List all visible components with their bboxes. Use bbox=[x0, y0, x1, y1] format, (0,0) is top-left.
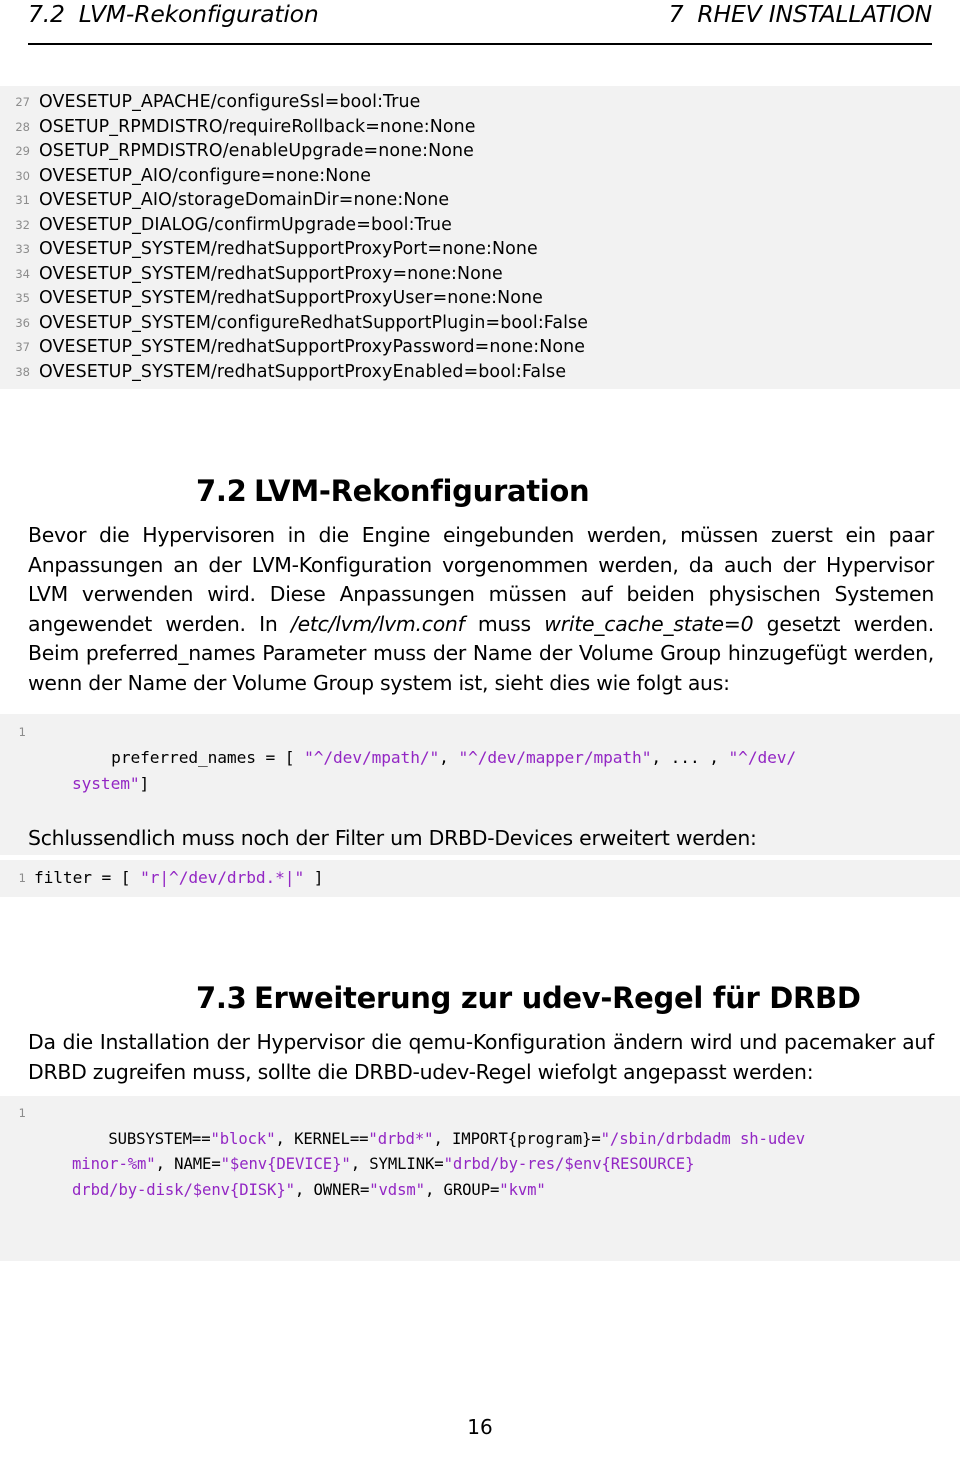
code-line-text: OVESETUP_SYSTEM/redhatSupportProxyUser=n… bbox=[39, 288, 543, 308]
code-line-number: 31 bbox=[15, 193, 30, 208]
code-string-token: "r|^/dev/drbd.*|" bbox=[140, 868, 305, 887]
code-line-number: 27 bbox=[15, 95, 30, 110]
code-string-token: "^/dev/mapper/mpath" bbox=[458, 748, 652, 767]
code-token: preferred_names = [ bbox=[111, 748, 305, 767]
paragraph-udev-intro: Da die Installation der Hypervisor die q… bbox=[28, 1030, 934, 1084]
paragraph-lvm-part-c: muss bbox=[464, 611, 545, 636]
running-header-right: 7 RHEV INSTALLATION bbox=[668, 0, 933, 28]
code-row: 35 OVESETUP_SYSTEM/redhatSupportProxyUser… bbox=[0, 286, 960, 311]
code-string-token: "block" bbox=[210, 1129, 276, 1148]
paragraph-lvm-intro: Bevor die Hypervisoren in die Engine ein… bbox=[28, 521, 934, 699]
code-token: , KERNEL== bbox=[275, 1129, 369, 1148]
code-string-token: "drbd/by-res/$env{RESOURCE} bbox=[443, 1155, 695, 1173]
heading-7-3-number: 7.3 bbox=[196, 981, 247, 1015]
code-row: 29 OSETUP_RPMDISTRO/enableUpgrade=none:No… bbox=[0, 139, 960, 164]
code-row: 34 OVESETUP_SYSTEM/redhatSupportProxy=non… bbox=[0, 262, 960, 287]
code-row: 38 OVESETUP_SYSTEM/redhatSupportProxyEnab… bbox=[0, 360, 960, 385]
code-string-token: "vdsm" bbox=[369, 1180, 425, 1199]
code-line-text: OSETUP_RPMDISTRO/enableUpgrade=none:None bbox=[39, 141, 474, 161]
code-line-text: OVESETUP_DIALOG/confirmUpgrade=bool:True bbox=[39, 214, 452, 235]
code-line-text: OVESETUP_SYSTEM/redhatSupportProxyEnable… bbox=[39, 361, 567, 382]
code-line-text: SUBSYSTEM=="block", KERNEL=="drbd*", IMP… bbox=[34, 1101, 960, 1254]
code-token: filter = [ bbox=[34, 868, 141, 887]
code-string-token: system" bbox=[72, 774, 140, 793]
code-line-number: 1 bbox=[18, 871, 26, 885]
code-line-text: OVESETUP_SYSTEM/redhatSupportProxy=none:… bbox=[39, 263, 503, 284]
code-string-token: "^/dev/ bbox=[728, 748, 797, 767]
code-string-token: drbd/by-disk/$env{DISK}" bbox=[72, 1180, 295, 1199]
code-token: ] bbox=[139, 774, 150, 793]
page-number: 16 bbox=[467, 1415, 493, 1439]
heading-7-2-number: 7.2 bbox=[196, 474, 247, 508]
code-listing-filter: 1 filter = [ "r|^/dev/drbd.*|" ] bbox=[0, 860, 960, 897]
heading-7-3-title: Erweiterung zur udev-Regel für DRBD bbox=[254, 981, 861, 1015]
code-line-text: OVESETUP_AIO/configure=none:None bbox=[39, 165, 372, 186]
running-header-left-number: 7.2 bbox=[28, 0, 65, 28]
code-line-text: OVESETUP_APACHE/configureSsl=bool:True bbox=[39, 92, 421, 112]
code-listing-udev-rule: 1 SUBSYSTEM=="block", KERNEL=="drbd*", I… bbox=[0, 1096, 960, 1261]
code-row: 36 OVESETUP_SYSTEM/configureRedhatSupport… bbox=[0, 311, 960, 336]
code-line-number: 38 bbox=[15, 364, 30, 379]
code-string-token: "drbd*" bbox=[368, 1129, 434, 1148]
heading-section-7-3: 7.3 Erweiterung zur udev-Regel für DRBD bbox=[196, 981, 861, 1015]
code-line-number: 34 bbox=[15, 266, 30, 281]
code-line-text: OVESETUP_SYSTEM/redhatSupportProxyPasswo… bbox=[39, 337, 586, 357]
paragraph-lvm-path-italic: /etc/lvm/lvm.conf bbox=[290, 611, 465, 636]
code-token: , NAME= bbox=[155, 1155, 221, 1173]
header-rule bbox=[28, 43, 932, 45]
running-header-left: 7.2 LVM-Rekonfiguration bbox=[28, 0, 319, 28]
code-string-token: "kvm" bbox=[499, 1180, 546, 1199]
code-token: , SYMLINK= bbox=[350, 1155, 444, 1173]
running-header-left-title: LVM-Rekonfiguration bbox=[78, 0, 319, 28]
paragraph-lvm-setting-italic: write_cache_state=0 bbox=[544, 611, 754, 636]
code-token: , bbox=[439, 748, 459, 767]
code-row: 28 OSETUP_RPMDISTRO/requireRollback=none:… bbox=[0, 115, 960, 140]
heading-7-2-title: LVM-Rekonfiguration bbox=[254, 474, 590, 508]
code-token: ] bbox=[304, 868, 324, 887]
running-header: 7.2 LVM-Rekonfiguration 7 RHEV INSTALLAT… bbox=[28, 0, 932, 44]
code-token: , GROUP= bbox=[424, 1180, 500, 1199]
code-string-token: "^/dev/mpath/" bbox=[304, 748, 440, 767]
code-row: 33 OVESETUP_SYSTEM/redhatSupportProxyPort… bbox=[0, 237, 960, 262]
code-line-text: OVESETUP_AIO/storageDomainDir=none:None bbox=[39, 190, 450, 210]
code-row: 27 OVESETUP_APACHE/configureSsl=bool:True bbox=[0, 90, 960, 115]
code-string-token: "/sbin/drbdadm sh-udev bbox=[600, 1129, 805, 1148]
code-listing-ovesetup: 27 OVESETUP_APACHE/configureSsl=bool:True… bbox=[0, 86, 960, 389]
code-line-number: 32 bbox=[15, 217, 30, 232]
code-token: , ... , bbox=[651, 748, 729, 767]
code-line-number: 33 bbox=[15, 242, 30, 257]
running-header-right-title: RHEV INSTALLATION bbox=[697, 0, 932, 28]
code-line-number: 1 bbox=[18, 1106, 26, 1120]
code-line-text: OVESETUP_SYSTEM/redhatSupportProxyPort=n… bbox=[39, 239, 538, 259]
code-line-text: filter = [ "r|^/dev/drbd.*|" ] bbox=[34, 865, 960, 891]
code-line-number: 30 bbox=[15, 168, 30, 183]
code-line-text: OVESETUP_SYSTEM/configureRedhatSupportPl… bbox=[39, 312, 589, 333]
code-token: SUBSYSTEM== bbox=[108, 1129, 211, 1148]
code-row: 37 OVESETUP_SYSTEM/redhatSupportProxyPass… bbox=[0, 335, 960, 360]
code-line-number: 28 bbox=[15, 119, 30, 134]
code-row: 1 SUBSYSTEM=="block", KERNEL=="drbd*", I… bbox=[0, 1101, 960, 1254]
document-page: 7.2 LVM-Rekonfiguration 7 RHEV INSTALLAT… bbox=[0, 0, 960, 1470]
paragraph-filter-intro: Schlussendlich muss noch der Filter um D… bbox=[28, 826, 757, 850]
code-row: 31 OVESETUP_AIO/storageDomainDir=none:Non… bbox=[0, 188, 960, 213]
code-token: , OWNER= bbox=[294, 1180, 370, 1199]
code-line-number: 36 bbox=[15, 315, 30, 330]
code-string-token: "$env{DEVICE}" bbox=[220, 1155, 351, 1173]
code-line-number: 35 bbox=[15, 291, 30, 306]
code-line-text: OSETUP_RPMDISTRO/requireRollback=none:No… bbox=[39, 116, 476, 137]
code-line-number: 1 bbox=[18, 725, 26, 739]
code-token: , IMPORT{program}= bbox=[433, 1129, 601, 1148]
heading-section-7-2: 7.2 LVM-Rekonfiguration bbox=[196, 474, 590, 508]
code-row: 30 OVESETUP_AIO/configure=none:None bbox=[0, 164, 960, 189]
code-row: 1 filter = [ "r|^/dev/drbd.*|" ] bbox=[0, 865, 960, 891]
code-row: 32 OVESETUP_DIALOG/confirmUpgrade=bool:Tr… bbox=[0, 213, 960, 238]
code-line-number: 37 bbox=[15, 340, 30, 355]
running-header-right-number: 7 bbox=[668, 0, 684, 28]
code-string-token: minor-%m" bbox=[72, 1155, 156, 1173]
code-line-number: 29 bbox=[15, 144, 30, 159]
